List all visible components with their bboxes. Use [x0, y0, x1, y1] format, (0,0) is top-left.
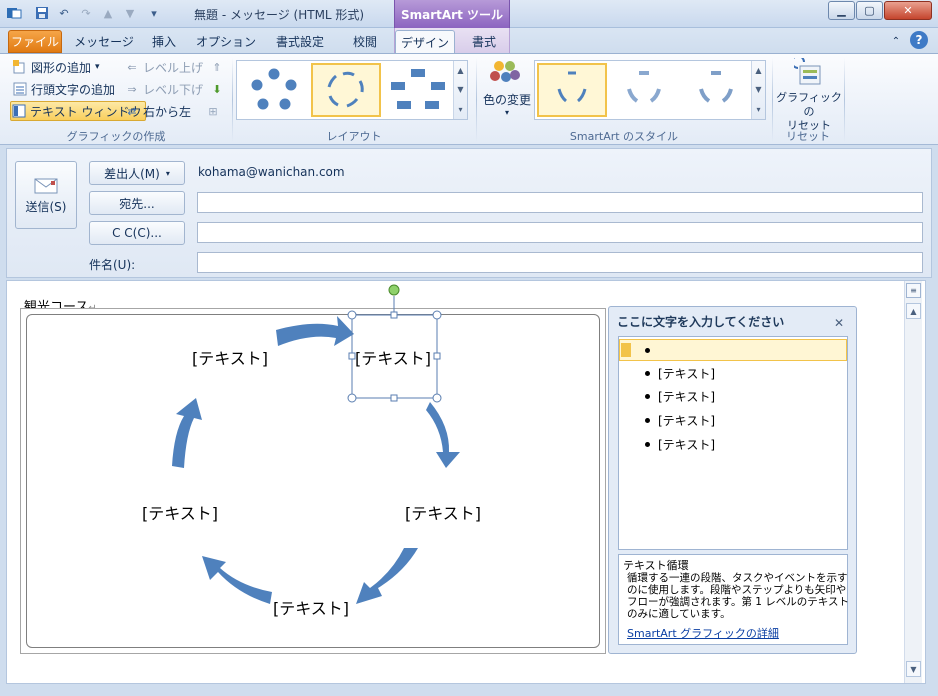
text-pane-item[interactable]: [テキスト] [645, 363, 715, 383]
scroll-up-icon[interactable]: ▲ [906, 303, 921, 319]
status-bar [0, 684, 938, 696]
layout-name: テキスト循環 [623, 559, 689, 572]
cycle-arrow-right [426, 402, 460, 468]
text-pane-list: [テキスト] [テキスト] [テキスト] [テキスト] [618, 336, 848, 550]
cycle-node-4[interactable]: [テキスト] [273, 595, 349, 619]
text-pane-item[interactable] [645, 340, 658, 360]
cycle-node-1[interactable]: [テキスト] [192, 345, 268, 369]
ruler-toggle-icon[interactable]: ≡ [906, 283, 921, 298]
body-scrollbar[interactable]: ≡ ▲ ▼ [904, 281, 922, 683]
cycle-arrow-top [276, 316, 354, 346]
text-pane-title: ここに文字を入力してください [617, 315, 785, 329]
text-pane-item[interactable]: [テキスト] [645, 386, 715, 406]
cycle-arrow-bottom-right [356, 548, 418, 604]
rotate-handle [388, 284, 400, 296]
smartart-text-pane: ここに文字を入力してください ✕ [テキスト] [テキスト] [テキスト] [テ… [608, 306, 857, 654]
cycle-node-5[interactable]: [テキスト] [142, 500, 218, 524]
close-pane-icon[interactable]: ✕ [834, 316, 844, 330]
text-pane-item[interactable]: [テキスト] [645, 434, 715, 454]
cycle-arrow-left [172, 398, 202, 468]
layout-description: テキスト循環 循環する一連の段階、タスクやイベントを示す のに使用します。段階や… [618, 554, 849, 645]
cycle-node-3[interactable]: [テキスト] [405, 500, 481, 524]
text-pane-item[interactable]: [テキスト] [645, 410, 715, 430]
cycle-node-2-selected[interactable]: [テキスト] [355, 345, 431, 369]
smartart-details-link[interactable]: SmartArt グラフィックの詳細 [627, 625, 779, 641]
cycle-arrow-bottom-left [202, 556, 272, 604]
scroll-down-icon[interactable]: ▼ [906, 661, 921, 677]
active-row-marker [621, 343, 631, 357]
layout-description-text: 循環する一連の段階、タスクやイベントを示す のに使用します。段階やステップよりも… [627, 572, 849, 620]
